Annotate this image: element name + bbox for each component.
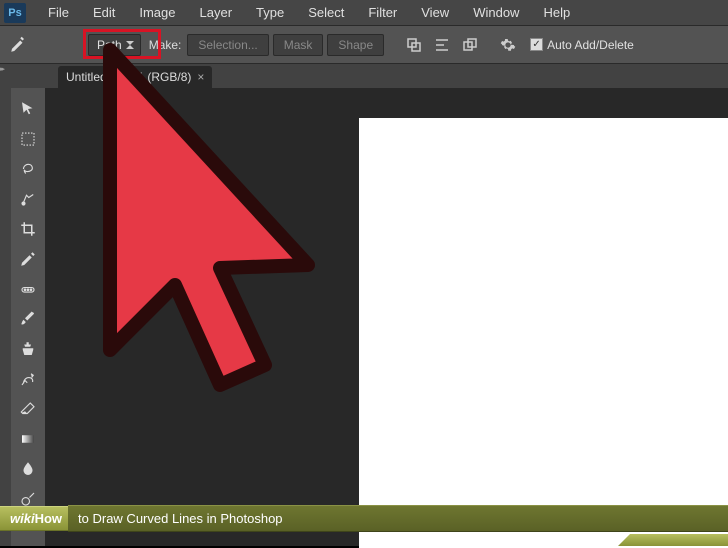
marquee-tool[interactable]: [13, 124, 43, 154]
document-tab-strip: Untitled-1 .7% (RGB/8) ×: [0, 64, 728, 88]
lasso-tool[interactable]: [13, 154, 43, 184]
caption-title: to Draw Curved Lines in Photoshop: [68, 505, 728, 532]
caption-bar: wikiHow to Draw Curved Lines in Photosho…: [0, 504, 728, 532]
menu-bar: Ps File Edit Image Layer Type Select Fil…: [0, 0, 728, 26]
mask-button[interactable]: Mask: [273, 34, 324, 56]
tools-panel: [11, 88, 45, 546]
eraser-tool[interactable]: [13, 394, 43, 424]
auto-add-delete-checkbox[interactable]: ✓ Auto Add/Delete: [530, 38, 634, 52]
checkbox-icon: ✓: [530, 38, 543, 51]
document-title: Untitled-1: [66, 70, 117, 84]
close-tab-icon[interactable]: ×: [197, 70, 204, 84]
healing-brush-tool[interactable]: [13, 274, 43, 304]
menu-type[interactable]: Type: [244, 5, 296, 20]
panel-collapse-gutter[interactable]: [0, 88, 11, 546]
menu-image[interactable]: Image: [127, 5, 187, 20]
document-canvas[interactable]: [359, 118, 728, 548]
document-tab[interactable]: Untitled-1 .7% (RGB/8) ×: [58, 66, 212, 88]
menu-select[interactable]: Select: [296, 5, 356, 20]
caption-brand-prefix: wiki: [10, 511, 35, 526]
pen-mode-value: Path: [97, 38, 122, 52]
shape-button[interactable]: Shape: [327, 34, 384, 56]
menu-help[interactable]: Help: [531, 5, 582, 20]
menu-filter[interactable]: Filter: [356, 5, 409, 20]
eyedropper-tool[interactable]: [13, 244, 43, 274]
canvas-area[interactable]: [45, 88, 728, 546]
clone-stamp-tool[interactable]: [13, 334, 43, 364]
document-zoom-mode: .7% (RGB/8): [123, 70, 191, 84]
menu-edit[interactable]: Edit: [81, 5, 127, 20]
caption-tail-decoration: [618, 534, 728, 546]
make-label: Make:: [149, 38, 182, 52]
pen-mode-dropdown[interactable]: Path: [88, 34, 141, 56]
path-alignment-icon[interactable]: [430, 34, 454, 56]
menu-view[interactable]: View: [409, 5, 461, 20]
quick-select-tool[interactable]: [13, 184, 43, 214]
caption-brand: wikiHow: [0, 506, 68, 531]
options-bar: Path Make: Selection... Mask Shape ✓ Aut…: [0, 26, 728, 64]
selection-button[interactable]: Selection...: [187, 34, 268, 56]
menu-file[interactable]: File: [36, 5, 81, 20]
menu-layer[interactable]: Layer: [188, 5, 245, 20]
photoshop-logo-icon: Ps: [4, 3, 26, 23]
brush-tool[interactable]: [13, 304, 43, 334]
move-tool[interactable]: [13, 94, 43, 124]
gradient-tool[interactable]: [13, 424, 43, 454]
gear-icon[interactable]: [496, 34, 520, 56]
workspace: [0, 88, 728, 546]
blur-tool[interactable]: [13, 454, 43, 484]
auto-add-delete-label: Auto Add/Delete: [547, 38, 634, 52]
path-arrangement-icon[interactable]: [458, 34, 482, 56]
path-operations-icon[interactable]: [402, 34, 426, 56]
crop-tool[interactable]: [13, 214, 43, 244]
pen-tool-icon: [4, 31, 32, 59]
menu-window[interactable]: Window: [461, 5, 531, 20]
history-brush-tool[interactable]: [13, 364, 43, 394]
caption-brand-suffix: How: [35, 511, 62, 526]
